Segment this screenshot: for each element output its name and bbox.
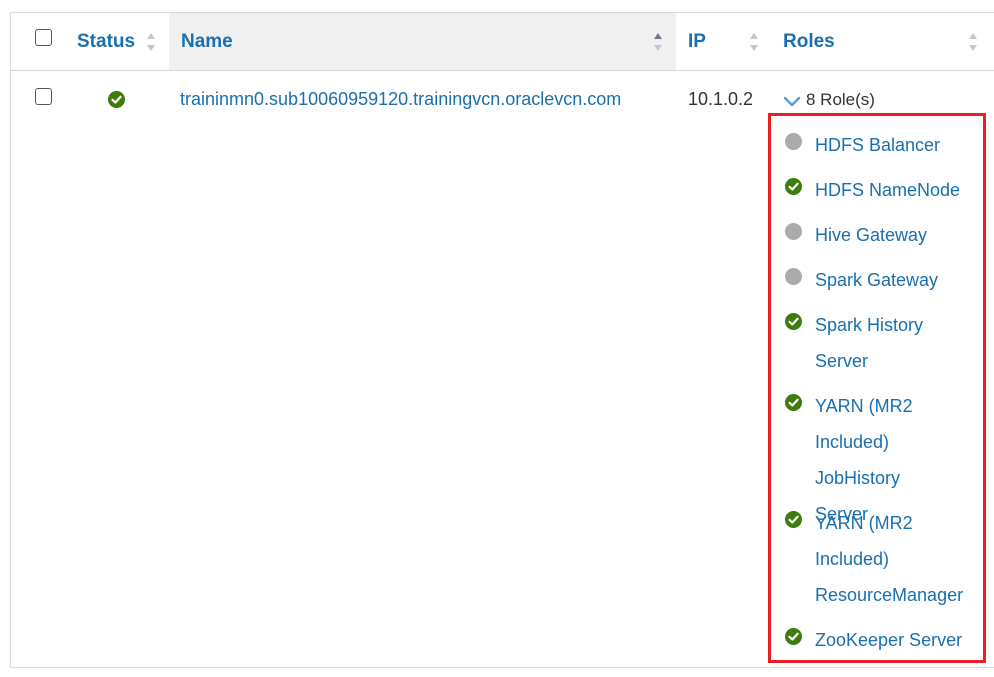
- table-header: Status Name IP Roles: [11, 13, 994, 71]
- chevron-down-icon: [783, 93, 801, 107]
- column-header-roles[interactable]: Roles: [771, 13, 986, 70]
- roles-count: 8 Role(s): [806, 90, 875, 109]
- select-all-checkbox[interactable]: [35, 29, 52, 46]
- sort-icon[interactable]: [146, 31, 156, 53]
- sort-icon[interactable]: [749, 31, 759, 53]
- column-header-status[interactable]: Status: [69, 13, 169, 70]
- role-link[interactable]: YARN (MR2 Included) ResourceManager: [815, 505, 963, 613]
- host-ip: 10.1.0.2: [688, 89, 754, 109]
- status-inactive-icon: [785, 268, 802, 285]
- row-select-checkbox[interactable]: [35, 88, 52, 105]
- role-link[interactable]: ZooKeeper Server: [815, 622, 975, 658]
- role-link[interactable]: HDFS NameNode: [815, 172, 975, 208]
- column-header-name[interactable]: Name: [169, 13, 676, 70]
- host-name-link[interactable]: traininmn0.sub10060959120.trainingvcn.or…: [180, 89, 621, 110]
- sort-ascending-icon[interactable]: [653, 31, 663, 53]
- column-header-name-label: Name: [181, 30, 233, 52]
- column-header-roles-label: Roles: [783, 30, 835, 52]
- status-inactive-icon: [785, 133, 802, 150]
- status-ok-icon: [785, 178, 802, 195]
- column-header-status-label: Status: [77, 30, 136, 52]
- status-ok-icon: [785, 511, 802, 528]
- column-header-ip-label: IP: [688, 30, 706, 52]
- role-link[interactable]: Spark Gateway: [815, 262, 975, 298]
- status-ok-icon: [785, 394, 802, 411]
- sort-icon[interactable]: [968, 31, 978, 53]
- status-ok-icon: [785, 313, 802, 330]
- column-header-ip[interactable]: IP: [676, 13, 771, 70]
- role-link[interactable]: HDFS Balancer: [815, 127, 975, 163]
- status-inactive-icon: [785, 223, 802, 240]
- role-link[interactable]: Hive Gateway: [815, 217, 975, 253]
- role-link[interactable]: Spark History Server: [815, 307, 945, 379]
- status-ok-icon: [108, 91, 125, 108]
- status-ok-icon: [785, 628, 802, 645]
- roles-toggle[interactable]: 8 Role(s): [783, 90, 875, 110]
